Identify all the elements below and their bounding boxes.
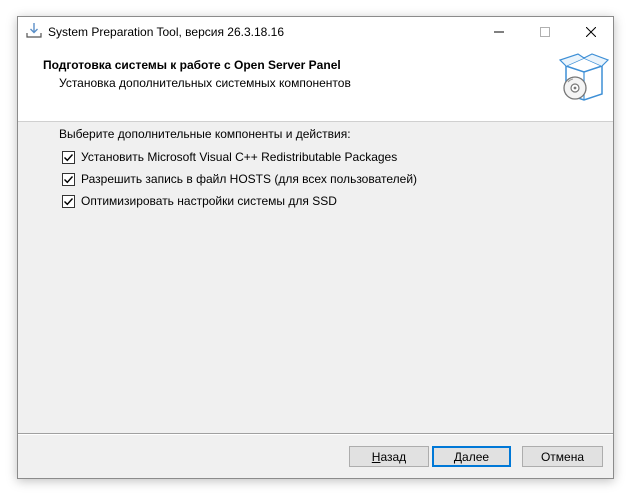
option-install-vcredist[interactable]: Установить Microsoft Visual C++ Redistri… — [62, 150, 397, 164]
install-box-disc-icon — [558, 52, 610, 102]
ssd-checkbox[interactable] — [62, 194, 75, 208]
download-tray-icon — [25, 22, 43, 40]
option-label: Разрешить запись в файл HOSTS (для всех … — [81, 172, 418, 186]
window-title: System Preparation Tool, версия 26.3.18.… — [48, 25, 285, 39]
wizard-content: Выберите дополнительные компоненты и дей… — [18, 122, 613, 434]
title-bar[interactable]: System Preparation Tool, версия 26.3.18.… — [18, 17, 613, 46]
back-button-label: Назад — [371, 449, 407, 464]
wizard-header: Подготовка системы к работе с Open Serve… — [18, 46, 613, 122]
close-icon — [586, 26, 596, 37]
option-optimize-ssd[interactable]: Оптимизировать настройки системы для SSD — [62, 194, 337, 208]
option-label: Установить Microsoft Visual C++ Redistri… — [81, 150, 398, 164]
checkmark-icon — [64, 197, 74, 205]
page-title: Подготовка системы к работе с Open Serve… — [43, 58, 341, 72]
cancel-button-label: Отмена — [540, 449, 585, 464]
options-prompt: Выберите дополнительные компоненты и дей… — [59, 127, 351, 141]
back-button[interactable]: Назад — [349, 446, 429, 467]
checkmark-icon — [64, 153, 74, 161]
minimize-button[interactable] — [476, 17, 522, 46]
minimize-icon — [494, 31, 504, 32]
close-button[interactable] — [568, 17, 614, 46]
maximize-icon — [540, 26, 550, 37]
page-subtitle: Установка дополнительных системных компо… — [59, 76, 351, 90]
hosts-checkbox[interactable] — [62, 172, 75, 186]
option-label: Оптимизировать настройки системы для SSD — [81, 194, 337, 208]
cancel-button[interactable]: Отмена — [522, 446, 603, 467]
checkmark-icon — [64, 175, 74, 183]
next-button-label: Далее — [453, 449, 490, 464]
maximize-button[interactable] — [522, 17, 568, 46]
next-button[interactable]: Далее — [432, 446, 511, 467]
vcredist-checkbox[interactable] — [62, 150, 75, 164]
setup-window: System Preparation Tool, версия 26.3.18.… — [17, 16, 614, 479]
option-allow-hosts-write[interactable]: Разрешить запись в файл HOSTS (для всех … — [62, 172, 417, 186]
footer-divider — [18, 433, 613, 435]
